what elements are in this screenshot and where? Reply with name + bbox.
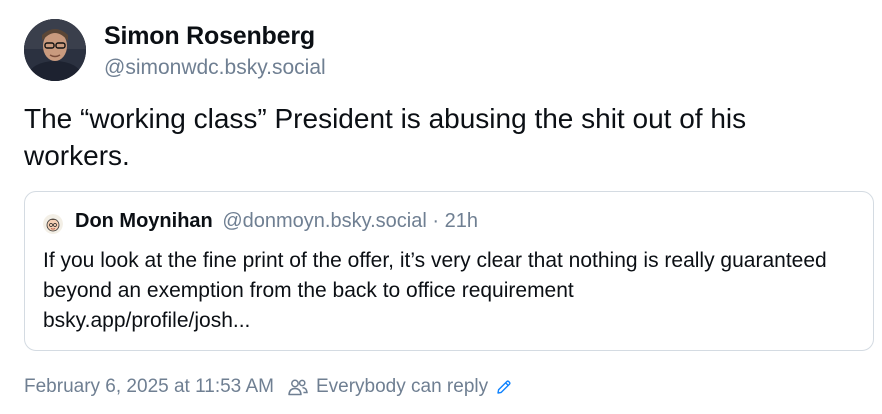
reply-setting[interactable]: Everybody can reply — [274, 376, 512, 398]
post-text: The “working class” President is abusing… — [24, 103, 747, 171]
post-meta: February 6, 2025 at 11:53 AM Everybody c… — [24, 376, 512, 398]
quote-text-body: If you look at the fine print of the off… — [43, 249, 827, 302]
reply-setting-label: Everybody can reply — [315, 376, 489, 397]
post: Simon Rosenberg @simonwdc.bsky.social Th… — [0, 0, 882, 414]
author-display-name[interactable]: Simon Rosenberg — [104, 22, 315, 51]
quote-text: If you look at the fine print of the off… — [43, 246, 843, 336]
quote-author-name[interactable]: Don Moynihan — [75, 210, 213, 232]
people-icon — [288, 378, 308, 396]
author-avatar[interactable] — [24, 19, 86, 81]
quote-separator: · — [432, 210, 440, 232]
author-handle[interactable]: @simonwdc.bsky.social — [104, 56, 326, 80]
pencil-icon[interactable] — [496, 379, 512, 395]
quote-text-link: bsky.app/profile/josh... — [43, 309, 251, 332]
post-timestamp[interactable]: February 6, 2025 at 11:53 AM — [24, 376, 274, 398]
quoted-post[interactable]: Don Moynihan @donmoyn.bsky.social · 21h … — [24, 191, 874, 351]
quote-time[interactable]: 21h — [445, 210, 478, 232]
quote-author-handle[interactable]: @donmoyn.bsky.social — [222, 210, 426, 232]
quote-author-avatar[interactable] — [43, 214, 63, 234]
quote-header: Don Moynihan @donmoyn.bsky.social · 21h — [75, 210, 478, 233]
